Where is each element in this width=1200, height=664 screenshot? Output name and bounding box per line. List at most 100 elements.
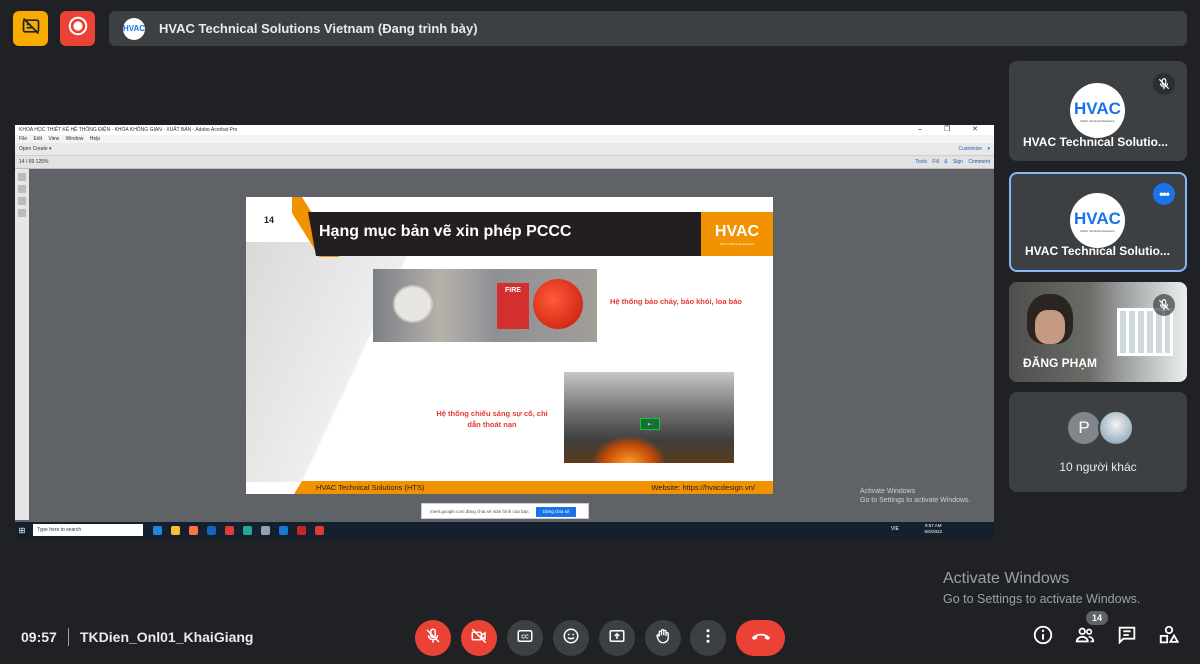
- captions-off-button[interactable]: [13, 11, 48, 46]
- acrobat-right-tools: Tools Fill & Sign Comment: [915, 159, 990, 165]
- edge-icon[interactable]: [153, 525, 162, 535]
- leave-call-button[interactable]: [736, 620, 785, 656]
- record-icon: [67, 15, 89, 42]
- meeting-clock: 09:57: [21, 629, 57, 645]
- mic-off-icon: [1153, 294, 1175, 316]
- camera-toggle-button[interactable]: [461, 620, 497, 656]
- closed-caption-icon: CC: [516, 627, 534, 650]
- others-avatars: P: [1066, 410, 1134, 446]
- acrobat-window-title: KHOA HỌC THIẾT KẾ HỆ THỐNG ĐIỆN - KHÓA K…: [19, 127, 238, 133]
- windows-start-icon[interactable]: ⊞: [15, 522, 29, 538]
- fire-alarm-photo: FIRE: [373, 269, 597, 342]
- acrobat-left-panel: [15, 169, 29, 520]
- slide-number: 14: [246, 197, 292, 242]
- app-icon[interactable]: [243, 525, 252, 535]
- mic-off-icon: [424, 627, 442, 650]
- present-now-button[interactable]: [599, 620, 635, 656]
- people-icon: [1074, 624, 1096, 651]
- others-count-label: 10 người khác: [1059, 460, 1137, 474]
- avatar-logo-sub: HVAC Technical Solutions: [1080, 228, 1115, 233]
- record-button[interactable]: [60, 11, 95, 46]
- share-notify-text: meet.google.com đang chia sẻ màn hình củ…: [430, 509, 530, 514]
- hangup-icon: [750, 625, 772, 652]
- taskbar-clock: 9:57 AM 6/6/2022: [924, 523, 942, 535]
- slide-logo-sub: HVAC Technical Solutions: [719, 241, 755, 246]
- participant-video-face: [1035, 310, 1065, 344]
- skype-icon[interactable]: [207, 525, 216, 535]
- stop-sharing-button[interactable]: Dừng chia sẻ: [536, 507, 576, 517]
- reactions-button[interactable]: [553, 620, 589, 656]
- captions-off-icon: [21, 16, 41, 41]
- exit-sign: ⇠: [640, 418, 660, 430]
- acrobat-title-bar: KHOA HỌC THIẾT KẾ HỆ THỐNG ĐIỆN - KHÓA K…: [15, 125, 994, 135]
- chrome-icon[interactable]: [225, 525, 234, 535]
- windows-taskbar: ⊞ Type here to search 9:57 AM 6/6/2022 V…: [15, 522, 994, 538]
- acrobat-toolbar: Open Create ▾ Customize ▾: [15, 143, 994, 156]
- camera-off-icon: [470, 627, 488, 650]
- emoji-icon: [562, 627, 580, 650]
- presenter-title: HVAC Technical Solutions Vietnam (Đang t…: [159, 21, 478, 36]
- slide-footer-website: Website: https://hvacdesign.vn/: [651, 483, 755, 492]
- slide-logo-text: HVAC: [714, 222, 760, 240]
- chat-button[interactable]: [1115, 625, 1139, 649]
- presentation-slide: 14 Hạng mục bản vẽ xin phép PCCC HVAC HV…: [246, 197, 773, 494]
- divider: [68, 628, 69, 646]
- participant-photo-avatar: [1098, 410, 1134, 446]
- screen-watermark-line2: Go to Settings to activate Windows.: [860, 497, 971, 504]
- shared-screen[interactable]: KHOA HỌC THIẾT KẾ HỆ THỐNG ĐIỆN - KHÓA K…: [15, 125, 994, 538]
- activate-windows-watermark: Activate Windows Go to Settings to activ…: [943, 570, 1140, 606]
- participant-name: HVAC Technical Solutio...: [1023, 135, 1168, 149]
- presenter-logo: HVAC: [123, 17, 145, 40]
- window-controls: – ❐ ✕: [918, 126, 988, 133]
- participant-avatar: HVAC HVAC Technical Solutions: [1070, 193, 1125, 248]
- screen-activate-watermark: Activate Windows Go to Settings to activ…: [860, 487, 971, 505]
- captions-button[interactable]: CC: [507, 620, 543, 656]
- raise-hand-icon: [654, 627, 672, 650]
- avatar-logo: HVAC: [1074, 98, 1121, 118]
- app-icon[interactable]: [261, 525, 270, 535]
- meeting-details-button[interactable]: [1031, 625, 1055, 649]
- participant-initial-avatar: P: [1066, 410, 1102, 446]
- explorer-icon[interactable]: [171, 525, 180, 535]
- slide-caption-lighting: Hệ thống chiếu sáng sự cố, chỉ dẫn thoát…: [436, 409, 548, 429]
- mic-off-icon: [1153, 73, 1175, 95]
- participant-tile-presenter[interactable]: HVAC HVAC Technical Solutions ••• HVAC T…: [1009, 172, 1187, 272]
- participant-tile[interactable]: HVAC HVAC Technical Solutions HVAC Techn…: [1009, 61, 1187, 161]
- participant-name: HVAC Technical Solutio...: [1025, 244, 1170, 258]
- mic-toggle-button[interactable]: [415, 620, 451, 656]
- presentation-banner: HVAC HVAC Technical Solutions Vietnam (Đ…: [109, 11, 1187, 46]
- emergency-exit-photo: ⇠: [564, 372, 734, 463]
- meeting-code: TKDien_Onl01_KhaiGiang: [80, 629, 254, 645]
- chat-icon: [1116, 624, 1138, 651]
- slide-title: Hạng mục bản vẽ xin phép PCCC: [319, 223, 572, 240]
- slide-footer-left: HVAC Technical Solutions (HTS): [316, 483, 425, 492]
- taskbar-search[interactable]: Type here to search: [33, 524, 143, 536]
- info-icon: [1032, 624, 1054, 651]
- activities-button[interactable]: [1157, 625, 1181, 649]
- present-icon: [608, 627, 626, 650]
- raise-hand-button[interactable]: [645, 620, 681, 656]
- more-options-button[interactable]: [690, 620, 726, 656]
- acrobat-nav-toolbar: 14 / 69 125% Tools Fill & Sign Comment: [15, 156, 994, 169]
- others-tile[interactable]: P 10 người khác: [1009, 392, 1187, 492]
- svg-text:CC: CC: [521, 634, 529, 640]
- activate-windows-subtitle: Go to Settings to activate Windows.: [943, 592, 1141, 606]
- slide-caption-alarm: Hệ thống báo cháy, báo khói, loa báo: [610, 297, 742, 306]
- people-button[interactable]: [1073, 625, 1097, 649]
- more-vert-icon: [699, 627, 717, 650]
- acrobat-customize: Customize ▾: [958, 146, 990, 152]
- chrome-icon[interactable]: [315, 525, 324, 535]
- acrobat-icon[interactable]: [297, 525, 306, 535]
- participant-tile-camera[interactable]: ĐĂNG PHẠM: [1009, 282, 1187, 382]
- acrobat-page-zoom: 14 / 69 125%: [19, 159, 49, 165]
- screen-share-notification: meet.google.com đang chia sẻ màn hình củ…: [421, 503, 589, 519]
- taskbar-apps: [153, 525, 324, 535]
- firefox-icon[interactable]: [189, 525, 198, 535]
- alarm-bell: [533, 279, 583, 329]
- avatar-logo: HVAC: [1074, 208, 1121, 228]
- screen-watermark-line1: Activate Windows: [860, 488, 916, 495]
- word-icon[interactable]: [279, 525, 288, 535]
- participant-avatar: HVAC HVAC Technical Solutions: [1070, 83, 1125, 138]
- participant-name: ĐĂNG PHẠM: [1023, 356, 1097, 370]
- more-options-button[interactable]: •••: [1153, 183, 1175, 205]
